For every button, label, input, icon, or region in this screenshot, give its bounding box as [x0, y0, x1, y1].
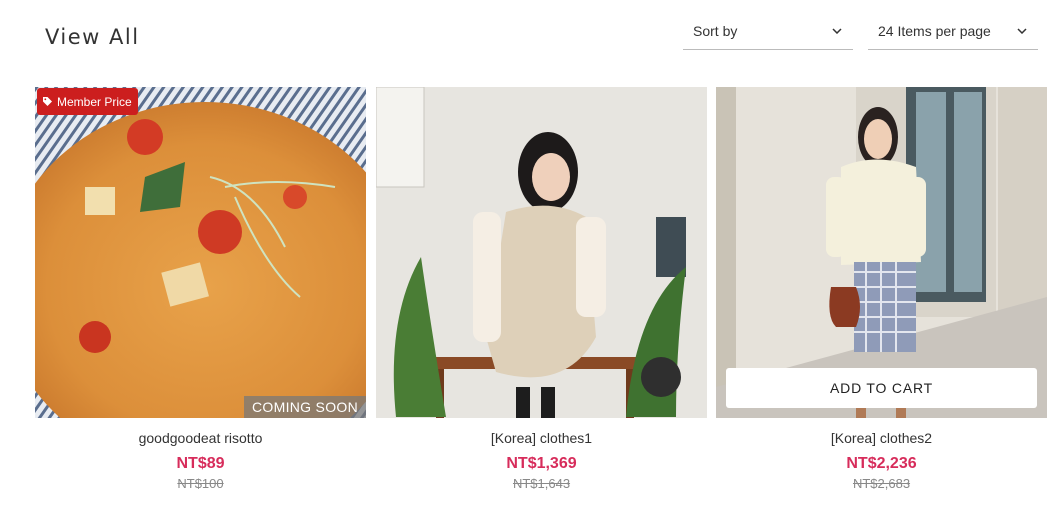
product-image[interactable]: Member Price COMING SOON [35, 87, 366, 418]
dress-photo-icon [376, 87, 707, 418]
product-image[interactable] [376, 87, 707, 418]
member-price-badge: Member Price [37, 88, 138, 115]
product-card[interactable]: Member Price COMING SOON goodgoodeat ris… [35, 87, 366, 491]
sort-select-label: Sort by [693, 22, 738, 39]
product-name[interactable]: [Korea] clothes2 [716, 430, 1047, 448]
product-original-price: NT$1,643 [512, 476, 571, 491]
product-price: NT$1,369 [506, 455, 577, 472]
product-image[interactable]: ADD TO CART [716, 87, 1047, 418]
sort-select[interactable]: Sort by [683, 12, 853, 50]
product-name[interactable]: goodgoodeat risotto [35, 430, 366, 448]
product-original-price: NT$2,683 [852, 476, 911, 491]
tag-icon [43, 97, 52, 106]
items-per-page-select[interactable]: 24 Items per page [868, 12, 1038, 50]
product-price: NT$89 [176, 455, 225, 472]
product-card[interactable]: [Korea] clothes1 NT$1,369 NT$1,643 [376, 87, 707, 491]
chevron-down-icon [831, 25, 843, 37]
product-card[interactable]: ADD TO CART [Korea] clothes2 NT$2,236 NT… [716, 87, 1047, 491]
coming-soon-label: COMING SOON [244, 396, 366, 418]
chevron-down-icon [1016, 25, 1028, 37]
product-original-price: NT$100 [177, 476, 224, 491]
risotto-photo-icon [35, 87, 366, 418]
page-title: View All [45, 25, 140, 49]
badge-label: Member Price [57, 94, 132, 109]
product-name[interactable]: [Korea] clothes1 [376, 430, 707, 448]
add-to-cart-button[interactable]: ADD TO CART [726, 368, 1037, 408]
product-price: NT$2,236 [846, 455, 917, 472]
items-per-page-label: 24 Items per page [878, 22, 991, 39]
